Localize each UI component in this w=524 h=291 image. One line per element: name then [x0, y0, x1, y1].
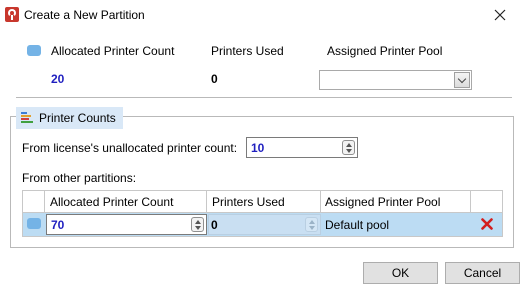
row-allocated-input[interactable]: 70 — [46, 214, 207, 235]
row-swatch — [27, 218, 41, 229]
row-pool-value[interactable]: Default pool — [325, 218, 389, 232]
license-count-label: From license's unallocated printer count… — [22, 141, 238, 155]
chevron-down-icon[interactable] — [454, 72, 470, 88]
bar-chart-icon — [21, 112, 33, 124]
table-row[interactable]: 70 0 Default pool — [23, 213, 502, 236]
license-count-value: 10 — [251, 141, 265, 155]
ok-button[interactable]: OK — [363, 262, 438, 284]
assigned-printer-pool-select[interactable] — [319, 70, 472, 90]
grid-header-used[interactable]: Printers Used — [207, 191, 321, 212]
partitions-grid: Allocated Printer Count Printers Used As… — [22, 190, 503, 237]
row-used-spinner — [305, 217, 318, 232]
printers-used-value: 0 — [211, 72, 218, 86]
delete-x-icon[interactable] — [481, 218, 493, 230]
other-partitions-label: From other partitions: — [22, 171, 137, 185]
window-title: Create a New Partition — [24, 8, 145, 22]
group-title: Printer Counts — [39, 111, 116, 125]
row-allocated-spinner[interactable] — [191, 217, 204, 232]
allocated-printer-count-header: Allocated Printer Count — [51, 44, 175, 58]
grid-header: Allocated Printer Count Printers Used As… — [23, 191, 502, 213]
license-count-input[interactable]: 10 — [246, 137, 358, 158]
printer-counts-group-header: Printer Counts — [16, 107, 123, 129]
grid-header-allocated[interactable]: Allocated Printer Count — [45, 191, 207, 212]
allocated-legend-swatch — [27, 45, 41, 56]
printer-app-icon — [5, 7, 19, 22]
grid-header-pool[interactable]: Assigned Printer Pool — [321, 191, 471, 212]
divider — [16, 97, 512, 98]
printers-used-header: Printers Used — [211, 44, 284, 58]
close-icon[interactable] — [488, 3, 512, 27]
cancel-button[interactable]: Cancel — [445, 262, 520, 284]
allocated-printer-count-value: 20 — [51, 72, 65, 86]
assigned-printer-pool-header: Assigned Printer Pool — [327, 44, 443, 58]
license-count-spinner[interactable] — [342, 140, 355, 155]
row-used-input: 0 — [208, 214, 321, 235]
